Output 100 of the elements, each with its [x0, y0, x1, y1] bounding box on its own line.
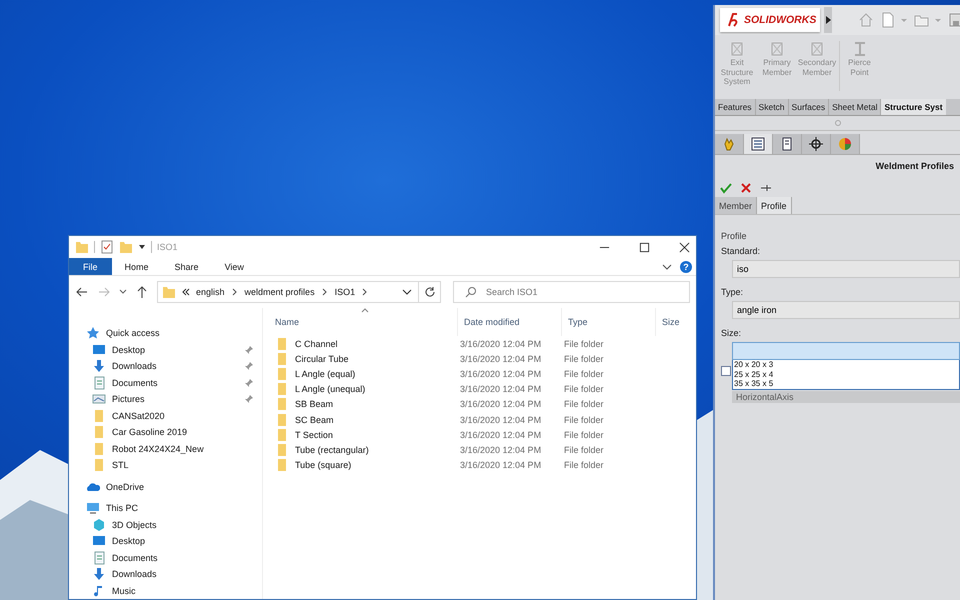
ribbon-tab[interactable]: View	[212, 258, 257, 275]
nav-item[interactable]: STL	[69, 457, 262, 474]
checklist-icon[interactable]	[100, 240, 114, 254]
save-icon[interactable]	[948, 12, 960, 28]
checkbox[interactable]	[721, 366, 731, 376]
dropdown-field[interactable]: iso	[732, 260, 960, 278]
help-icon[interactable]: ?	[680, 260, 692, 272]
ribbon-tab[interactable]: Share	[162, 258, 212, 275]
folder-icon	[92, 442, 106, 456]
ribbon-tab[interactable]: Structure Syst	[881, 99, 946, 115]
nav-item[interactable]: Pictures	[69, 391, 262, 408]
nav-item[interactable]: Documents	[69, 374, 262, 391]
target-tab-icon[interactable]	[802, 134, 831, 154]
nav-item[interactable]: Downloads	[69, 358, 262, 374]
chevron-down-icon[interactable]	[119, 288, 127, 296]
file-type: File folder	[564, 368, 604, 379]
chevron-down-icon[interactable]	[662, 262, 672, 272]
nav-label: Documents	[112, 552, 158, 563]
panel-tab[interactable]: Profile	[757, 197, 792, 214]
file-name[interactable]: SB Beam	[295, 399, 334, 410]
ribbon-tab[interactable]: Features	[715, 99, 756, 115]
dropdown-option[interactable]: 35 x 35 x 5	[734, 379, 958, 388]
pin-icon[interactable]	[244, 378, 254, 388]
star-icon	[86, 326, 100, 340]
double-chevron-icon[interactable]	[182, 288, 190, 296]
nav-label: CANSat2020	[112, 410, 165, 421]
breadcrumb[interactable]: ISO1	[334, 287, 356, 297]
chevron-right-icon[interactable]	[361, 288, 370, 296]
nav-label: Desktop	[112, 536, 146, 546]
file-name[interactable]: Circular Tube	[295, 354, 349, 364]
ribbon-tab[interactable]: Surfaces	[788, 99, 830, 115]
dropdown-field[interactable]	[732, 342, 960, 360]
nav-label: 3D Objects	[112, 520, 157, 530]
maximize-icon[interactable]	[639, 242, 650, 252]
nav-label: Pictures	[112, 394, 145, 404]
nav-item[interactable]: OneDrive	[69, 478, 262, 495]
dropdown-option[interactable]: 25 x 25 x 4	[734, 370, 958, 379]
check-icon[interactable]	[720, 182, 732, 194]
back-arrow-icon[interactable]	[75, 285, 89, 299]
pin-icon[interactable]	[244, 361, 254, 372]
nav-item[interactable]: Car Gasoline 2019	[69, 424, 262, 440]
address-bar[interactable]: english weldment profiles ISO1	[157, 281, 441, 303]
pc-icon	[86, 501, 100, 516]
nav-item[interactable]: Quick access	[69, 325, 262, 342]
pin-icon[interactable]	[244, 344, 254, 355]
file-name[interactable]: C Channel	[295, 338, 338, 349]
chevron-right-icon[interactable]	[230, 288, 239, 296]
chevron-down-icon[interactable]	[402, 287, 412, 297]
column-header[interactable]: Name	[275, 317, 300, 327]
up-arrow-icon[interactable]	[135, 285, 149, 299]
folder-icon	[92, 408, 106, 423]
nav-item[interactable]: Robot 24X24X24_New	[69, 440, 262, 457]
file-name[interactable]: L Angle (unequal)	[295, 384, 366, 394]
panel-tab[interactable]: Member	[715, 197, 758, 214]
nav-item[interactable]: 3D Objects	[69, 516, 262, 533]
ribbon-tab[interactable]: Home	[112, 258, 162, 275]
new-document-icon[interactable]	[880, 12, 896, 28]
date-modified: 3/16/2020 12:04 PM	[460, 460, 542, 470]
chevron-right-icon[interactable]	[320, 288, 329, 296]
cube-icon	[92, 518, 106, 532]
column-header[interactable]: Date modified	[464, 317, 520, 327]
nav-item[interactable]: CANSat2020	[69, 408, 262, 424]
nav-item[interactable]: Desktop	[69, 533, 262, 550]
nav-item[interactable]: This PC	[69, 500, 262, 516]
dropdown-arrow-icon[interactable]	[138, 243, 146, 251]
column-header[interactable]: Size	[662, 317, 680, 327]
nav-label: OneDrive	[106, 482, 144, 492]
date-modified: 3/16/2020 12:04 PM	[460, 444, 542, 455]
pin-icon[interactable]	[244, 394, 254, 404]
download-icon	[92, 567, 106, 582]
dropdown-field[interactable]: angle iron	[732, 301, 960, 319]
column-header[interactable]: Type	[568, 317, 588, 327]
file-name[interactable]: Tube (square)	[295, 460, 352, 470]
file-name[interactable]: Tube (rectangular)	[295, 444, 369, 455]
file-name[interactable]: L Angle (equal)	[295, 368, 356, 379]
file-name[interactable]: T Section	[295, 430, 333, 440]
ribbon-tab[interactable]: Sketch	[756, 99, 789, 115]
dropdown-option[interactable]: 20 x 20 x 3	[734, 360, 958, 370]
breadcrumb[interactable]: english	[196, 287, 225, 297]
crossed-box-icon	[729, 41, 745, 57]
nav-label: Desktop	[112, 344, 146, 355]
field-label: Standard:	[721, 246, 762, 256]
search-field[interactable]: Search ISO1	[453, 281, 690, 303]
property-tab-icon[interactable]	[773, 134, 802, 154]
grip-icon[interactable]	[834, 120, 840, 126]
file-type: File folder	[564, 384, 604, 394]
nav-item[interactable]: Music	[69, 582, 262, 599]
date-modified: 3/16/2020 12:04 PM	[460, 414, 542, 425]
crossed-box-icon	[809, 41, 825, 57]
nav-item[interactable]: Documents	[69, 550, 262, 566]
folder-icon	[275, 458, 289, 472]
close-icon[interactable]	[679, 242, 690, 252]
solidworks-logo[interactable]: SOLIDWORKS	[720, 8, 820, 32]
nav-item[interactable]: Downloads	[69, 566, 262, 582]
tree-tab-icon[interactable]	[744, 134, 773, 154]
axis-field[interactable]: HorizontalAxis	[732, 391, 960, 403]
breadcrumb[interactable]: weldment profiles	[244, 287, 315, 297]
nav-item[interactable]: Desktop	[69, 342, 262, 358]
pushpin-icon[interactable]	[760, 182, 772, 194]
file-name[interactable]: SC Beam	[295, 414, 334, 425]
